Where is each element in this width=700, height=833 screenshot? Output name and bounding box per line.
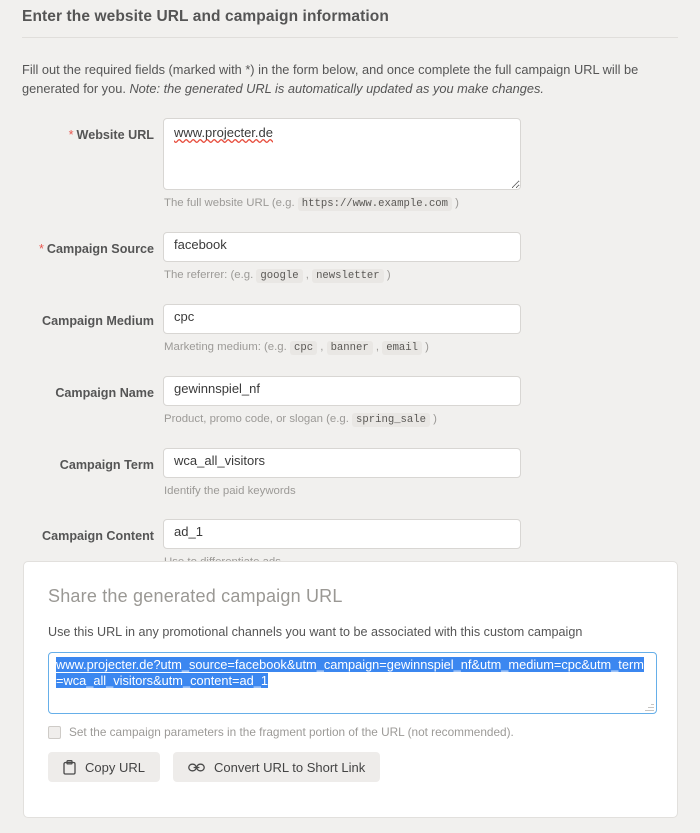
help-campaign-term: Identify the paid keywords [164, 485, 296, 497]
title-divider [22, 37, 678, 38]
clipboard-icon [63, 759, 76, 775]
label-website-url: * Website URL [0, 118, 163, 144]
fragment-checkbox-label: Set the campaign parameters in the fragm… [69, 725, 514, 739]
label-campaign-content: Campaign Content [0, 519, 163, 545]
form-row-campaign-term: Campaign Term wca_all_visitors Identify … [0, 448, 700, 499]
campaign-content-value: ad_1 [174, 524, 203, 539]
help-comma-1: , [302, 269, 313, 281]
share-panel-inner: Share the generated campaign URL Use thi… [24, 562, 677, 782]
label-campaign-name: Campaign Name [0, 376, 163, 402]
code-chip-spring-sale: spring_sale [352, 413, 430, 427]
campaign-content-input[interactable]: ad_1 [163, 519, 521, 549]
help-prefix-campaign-name: Product, promo code, or slogan (e.g. [164, 413, 353, 425]
code-chip-example-url: https://www.example.com [297, 197, 453, 211]
required-star-website-url: * [68, 128, 74, 142]
fragment-checkbox[interactable] [48, 725, 61, 739]
help-website-url: The full website URL (e.g. https://www.e… [164, 196, 700, 212]
label-text-campaign-medium: Campaign Medium [42, 314, 154, 328]
form-row-campaign-source: * Campaign Source facebook The referrer: … [0, 232, 700, 284]
code-chip-banner: banner [326, 341, 373, 355]
share-panel-subtitle: Use this URL in any promotional channels… [48, 625, 583, 639]
help-campaign-name: Product, promo code, or slogan (e.g. spr… [164, 412, 700, 428]
campaign-medium-value: cpc [174, 309, 195, 324]
help-suffix-campaign-name: ) [429, 413, 437, 425]
row-spacer-3 [0, 356, 700, 376]
intro-paragraph: Fill out the required fields (marked wit… [22, 60, 670, 98]
website-url-value: www.projecter.de [174, 125, 273, 140]
row-spacer-2 [0, 284, 700, 304]
website-url-input[interactable]: www.projecter.de [163, 118, 521, 190]
help-suffix-website-url: ) [452, 197, 459, 209]
campaign-name-input[interactable]: gewinnspiel_nf [163, 376, 521, 406]
label-text-campaign-content: Campaign Content [42, 529, 154, 543]
code-chip-cpc: cpc [289, 341, 318, 355]
code-chip-newsletter: newsletter [312, 269, 384, 283]
generated-url-value: www.projecter.de?utm_source=facebook&utm… [56, 657, 644, 688]
share-panel: Share the generated campaign URL Use thi… [23, 561, 678, 818]
label-campaign-term: Campaign Term [0, 448, 163, 474]
code-chip-email: email [382, 341, 423, 355]
field-col-website-url: www.projecter.de The full website URL (e… [163, 118, 700, 212]
help-prefix-campaign-medium: Marketing medium: (e.g. [164, 341, 290, 353]
page-title: Enter the website URL and campaign infor… [22, 8, 389, 25]
label-campaign-source: * Campaign Source [0, 232, 163, 258]
label-text-campaign-name: Campaign Name [55, 386, 154, 400]
field-col-campaign-term: wca_all_visitors Identify the paid keywo… [163, 448, 700, 499]
label-text-campaign-term: Campaign Term [59, 458, 154, 472]
form-row-website-url: * Website URL www.projecter.de The full w… [0, 118, 700, 212]
help-suffix-campaign-medium: ) [422, 341, 429, 353]
row-spacer-4 [0, 428, 700, 448]
share-panel-title: Share the generated campaign URL [48, 586, 343, 606]
help-prefix-website-url: The full website URL (e.g. [164, 197, 298, 209]
campaign-term-value: wca_all_visitors [174, 453, 266, 468]
campaign-form: * Website URL www.projecter.de The full w… [0, 118, 700, 570]
resize-grip-icon[interactable] [645, 703, 654, 712]
campaign-medium-input[interactable]: cpc [163, 304, 521, 334]
row-spacer-1 [0, 212, 700, 232]
intro-note: Note: the generated URL is automatically… [129, 81, 544, 96]
label-text-campaign-source: Campaign Source [46, 242, 154, 256]
row-spacer-5 [0, 499, 700, 519]
field-col-campaign-source: facebook The referrer: (e.g. google , ne… [163, 232, 700, 284]
campaign-source-value: facebook [174, 237, 227, 252]
copy-url-button[interactable]: Copy URL [48, 752, 160, 782]
convert-url-button-label: Convert URL to Short Link [213, 759, 366, 775]
label-text-website-url: Website URL [76, 128, 154, 142]
form-row-campaign-name: Campaign Name gewinnspiel_nf Product, pr… [0, 376, 700, 428]
help-comma-2: , [317, 341, 327, 353]
help-campaign-medium: Marketing medium: (e.g. cpc , banner , e… [164, 340, 700, 356]
campaign-name-value: gewinnspiel_nf [174, 381, 261, 396]
campaign-source-input[interactable]: facebook [163, 232, 521, 262]
field-col-campaign-name: gewinnspiel_nf Product, promo code, or s… [163, 376, 700, 428]
label-campaign-medium: Campaign Medium [0, 304, 163, 330]
convert-url-button[interactable]: Convert URL to Short Link [172, 752, 381, 782]
fragment-checkbox-row[interactable]: Set the campaign parameters in the fragm… [48, 725, 653, 739]
generated-url-textarea[interactable]: www.projecter.de?utm_source=facebook&utm… [48, 652, 657, 714]
code-chip-google: google [256, 269, 303, 283]
copy-url-button-label: Copy URL [85, 759, 145, 775]
form-row-campaign-medium: Campaign Medium cpc Marketing medium: (e… [0, 304, 700, 356]
required-star-campaign-source: * [39, 242, 44, 256]
help-suffix-campaign-source: ) [383, 269, 391, 281]
help-campaign-source: The referrer: (e.g. google , newsletter … [164, 268, 700, 284]
help-comma-3: , [372, 341, 383, 353]
help-prefix-campaign-source: The referrer: (e.g. [164, 269, 257, 281]
share-button-row: Copy URL Convert URL to Short Link [48, 752, 653, 782]
page-header: Enter the website URL and campaign infor… [0, 0, 700, 38]
campaign-term-input[interactable]: wca_all_visitors [163, 448, 521, 478]
field-col-campaign-medium: cpc Marketing medium: (e.g. cpc , banner… [163, 304, 700, 356]
link-icon [188, 762, 205, 773]
